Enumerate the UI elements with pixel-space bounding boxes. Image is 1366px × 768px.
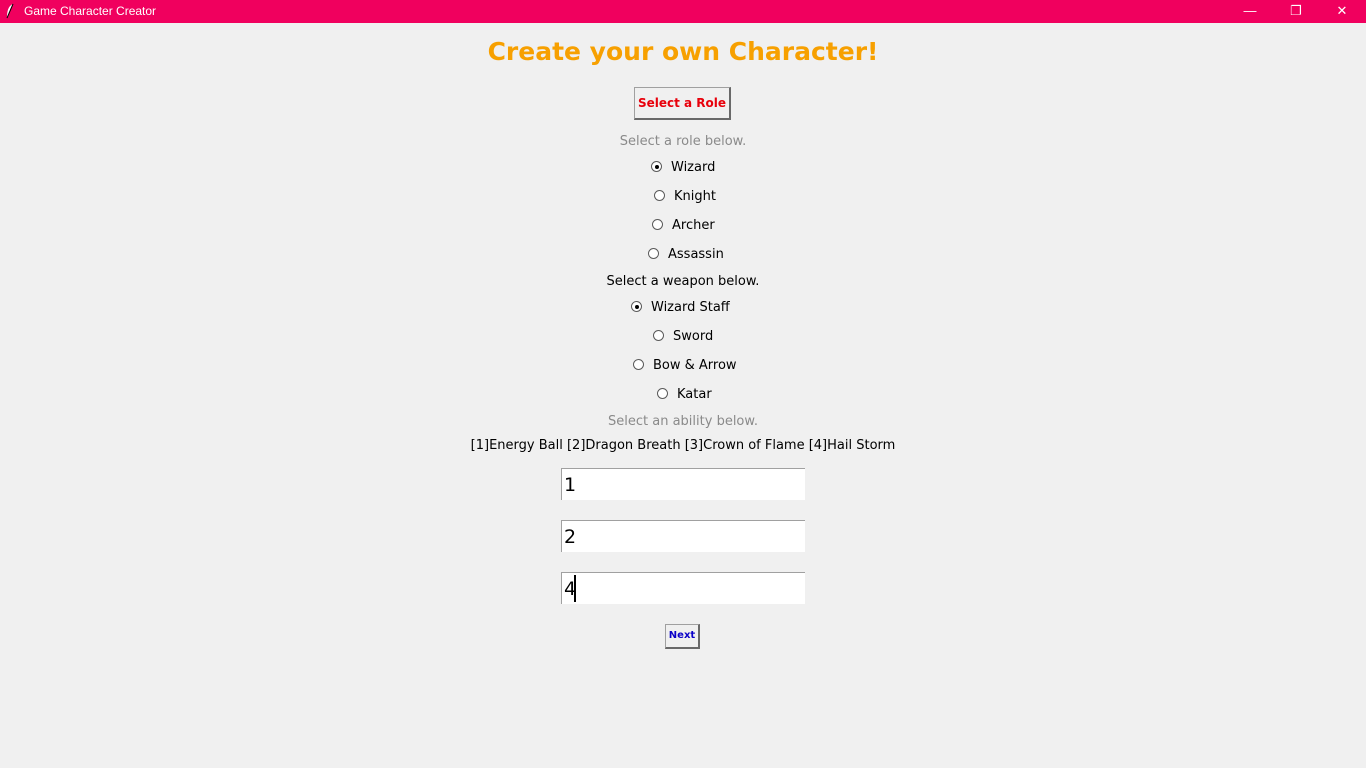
radio-role-assassin[interactable]: Assassin <box>648 245 724 265</box>
title-bar: Game Character Creator — ❐ ✕ <box>0 0 1366 23</box>
radio-role-knight[interactable]: Knight <box>654 187 716 207</box>
text-cursor <box>574 575 576 602</box>
radio-weapon-wizard-staff[interactable]: Wizard Staff <box>631 298 730 318</box>
close-button[interactable]: ✕ <box>1319 0 1365 23</box>
maximize-button[interactable]: ❐ <box>1273 0 1319 23</box>
radio-indicator <box>652 219 663 230</box>
next-button[interactable]: Next <box>665 624 700 649</box>
ability-hint: Select an ability below. <box>608 414 758 429</box>
radio-indicator <box>633 359 644 370</box>
ability-input-2[interactable] <box>561 520 805 552</box>
role-hint: Select a role below. <box>619 134 747 149</box>
weapon-hint: Select a weapon below. <box>606 274 760 289</box>
window-title: Game Character Creator <box>24 4 157 18</box>
radio-label: Wizard Staff <box>651 300 730 315</box>
radio-label: Archer <box>672 218 715 233</box>
radio-indicator <box>657 388 668 399</box>
radio-weapon-bow-arrow[interactable]: Bow & Arrow <box>633 356 737 376</box>
radio-role-archer[interactable]: Archer <box>652 216 715 236</box>
feather-icon <box>6 3 14 19</box>
page-heading: Create your own Character! <box>487 37 879 66</box>
radio-weapon-katar[interactable]: Katar <box>657 385 712 405</box>
radio-label: Katar <box>677 387 712 402</box>
radio-label: Knight <box>674 189 716 204</box>
ability-input-1[interactable] <box>561 468 805 500</box>
radio-weapon-sword[interactable]: Sword <box>653 327 713 347</box>
select-role-button[interactable]: Select a Role <box>634 87 731 120</box>
radio-indicator <box>651 161 662 172</box>
ability-input-3[interactable] <box>561 572 805 604</box>
radio-indicator <box>648 248 659 259</box>
radio-indicator <box>654 190 665 201</box>
radio-indicator <box>631 301 642 312</box>
minimize-button[interactable]: — <box>1227 0 1273 23</box>
radio-role-wizard[interactable]: Wizard <box>651 158 715 178</box>
radio-label: Sword <box>673 329 714 344</box>
radio-label: Wizard <box>671 160 716 175</box>
radio-label: Bow & Arrow <box>653 358 737 373</box>
radio-label: Assassin <box>668 247 724 262</box>
radio-indicator <box>653 330 664 341</box>
ability-options-text: [1]Energy Ball [2]Dragon Breath [3]Crown… <box>470 438 896 453</box>
